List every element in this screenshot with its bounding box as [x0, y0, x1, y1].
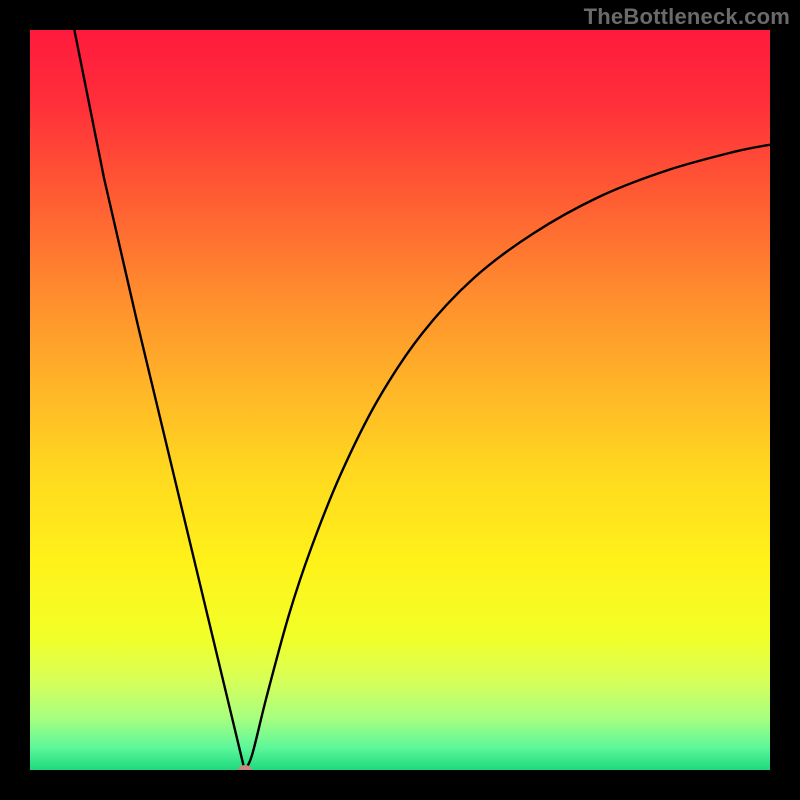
plot-area: [30, 30, 770, 770]
optimal-marker: [238, 765, 252, 770]
chart-frame: TheBottleneck.com: [0, 0, 800, 800]
watermark-text: TheBottleneck.com: [584, 4, 790, 30]
gradient-background: [30, 30, 770, 770]
